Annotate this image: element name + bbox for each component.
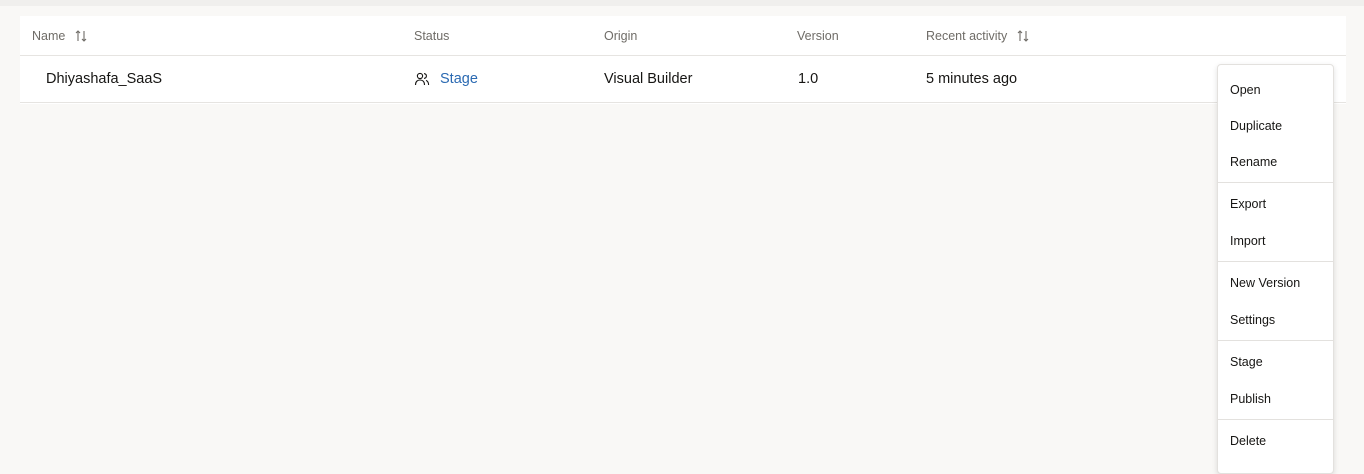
menu-item-settings[interactable]: Settings	[1230, 313, 1275, 327]
menu-divider	[1218, 340, 1333, 341]
origin-cell: Visual Builder	[604, 71, 693, 87]
menu-item-duplicate[interactable]: Duplicate	[1230, 119, 1282, 133]
version-cell: 1.0	[798, 71, 819, 87]
menu-item-import[interactable]: Import	[1230, 234, 1265, 248]
sort-icon[interactable]	[75, 29, 87, 43]
status-cell[interactable]: Stage	[414, 71, 478, 87]
users-icon	[414, 72, 430, 86]
column-header-version: Version	[797, 29, 839, 43]
menu-divider	[1218, 182, 1333, 183]
column-header-status-label: Status	[414, 29, 450, 43]
menu-item-delete[interactable]: Delete	[1230, 434, 1266, 448]
menu-item-new-version[interactable]: New Version	[1230, 276, 1300, 290]
top-strip	[0, 0, 1364, 6]
column-header-recent-activity[interactable]: Recent activity	[926, 29, 1029, 43]
menu-item-stage[interactable]: Stage	[1230, 355, 1263, 369]
column-header-name-label: Name	[32, 29, 66, 43]
sort-icon[interactable]	[1017, 29, 1029, 43]
menu-item-export[interactable]: Export	[1230, 197, 1266, 211]
table-header: Name Status Origin Version Recent activi…	[20, 16, 1346, 56]
column-header-status: Status	[414, 29, 449, 43]
table-row[interactable]: Dhiyashafa_SaaS Stage Visual Builder 1.0…	[20, 56, 1346, 103]
menu-item-publish[interactable]: Publish	[1230, 392, 1271, 406]
status-link[interactable]: Stage	[440, 71, 478, 87]
column-header-origin-label: Origin	[604, 29, 638, 43]
menu-item-rename[interactable]: Rename	[1230, 155, 1277, 169]
menu-item-open[interactable]: Open	[1230, 83, 1261, 97]
column-header-name[interactable]: Name	[32, 29, 87, 43]
column-header-origin: Origin	[604, 29, 637, 43]
applications-table: Name Status Origin Version Recent activi…	[20, 16, 1346, 104]
app-name-cell[interactable]: Dhiyashafa_SaaS	[46, 71, 162, 87]
column-header-version-label: Version	[797, 29, 839, 43]
column-header-recent-activity-label: Recent activity	[926, 29, 1008, 43]
menu-divider	[1218, 261, 1333, 262]
context-menu: Open Duplicate Rename Export Import New …	[1217, 64, 1334, 474]
recent-activity-cell: 5 minutes ago	[926, 71, 1018, 87]
menu-divider	[1218, 419, 1333, 420]
